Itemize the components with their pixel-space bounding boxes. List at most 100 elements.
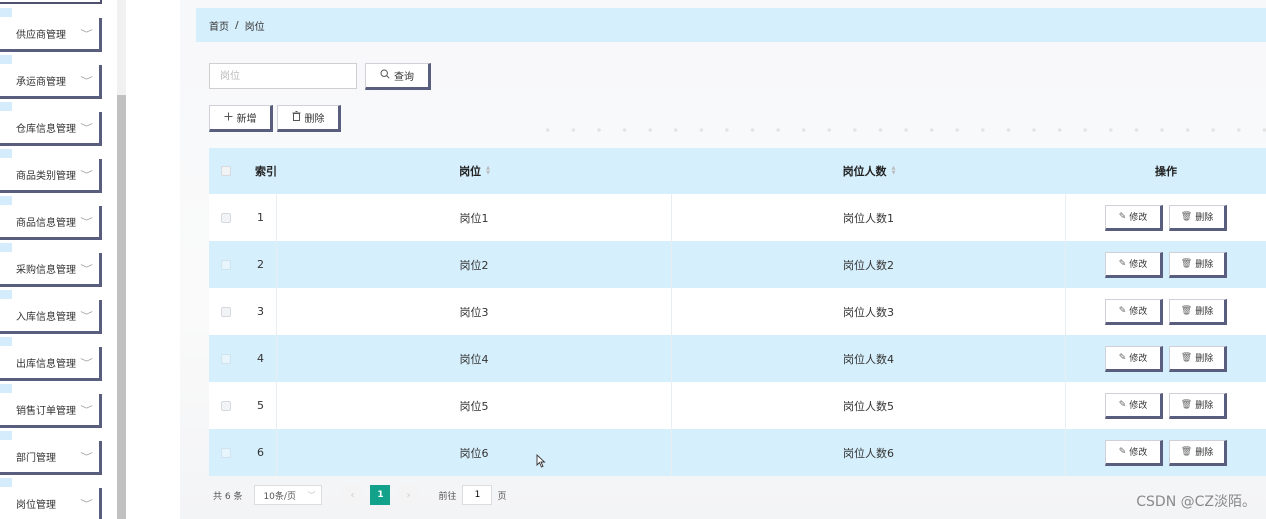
header-index: 索引 bbox=[255, 164, 277, 178]
sidebar-item-outbound[interactable]: 出库信息管理 ﹀ bbox=[0, 337, 102, 381]
chevron-right-icon: › bbox=[406, 489, 411, 501]
batch-delete-button[interactable]: 删除 bbox=[277, 105, 341, 132]
cell-position: 岗位1 bbox=[277, 194, 672, 241]
delete-button[interactable]: 🗑 删除 bbox=[1169, 439, 1227, 466]
cell-index: 5 bbox=[243, 382, 277, 429]
sidebar-item-label: 岗位管理 bbox=[16, 500, 56, 511]
cell-index: 2 bbox=[243, 241, 277, 288]
cell-count: 岗位人数1 bbox=[672, 194, 1066, 241]
scrollbar-thumb[interactable] bbox=[117, 95, 126, 519]
cell-actions: ✎ 修改 🗑 删除 bbox=[1066, 288, 1266, 335]
delete-label: 删除 bbox=[1195, 401, 1214, 411]
page-size-select[interactable]: 10条/页 ﹀ bbox=[254, 485, 323, 505]
breadcrumb-home[interactable]: 首页 bbox=[209, 18, 229, 33]
sidebar-item-label: 仓库信息管理 bbox=[16, 124, 76, 135]
breadcrumb: 首页 / 岗位 bbox=[196, 8, 1266, 42]
delete-label: 删除 bbox=[1195, 307, 1214, 317]
sidebar-scrollbar[interactable] bbox=[117, 0, 126, 519]
header-count[interactable]: 岗位人数 ▲ ▼ bbox=[672, 148, 1066, 194]
row-checkbox[interactable] bbox=[221, 212, 231, 223]
row-checkbox[interactable] bbox=[221, 306, 231, 317]
cell-index: 4 bbox=[243, 335, 277, 382]
cell-count: 岗位人数6 bbox=[672, 429, 1066, 476]
edit-icon: ✎ bbox=[1118, 258, 1127, 269]
sidebar-item-category[interactable]: 商品类别管理 ﹀ bbox=[0, 149, 102, 193]
sidebar-item-warehouse[interactable]: 仓库信息管理 ﹀ bbox=[0, 102, 102, 146]
page-size-value: 10条/页 bbox=[263, 491, 296, 502]
position-table: 索引 岗位 ▲ ▼ 岗位人数 ▲ ▼ 操作 1 岗位1 岗位人数1 ✎ 修改 🗑 删除 … bbox=[209, 148, 1266, 476]
edit-icon: ✎ bbox=[1118, 305, 1127, 316]
cell-position: 岗位2 bbox=[277, 241, 672, 288]
sidebar-item-label: 采购信息管理 bbox=[16, 265, 76, 276]
chevron-left-icon: ‹ bbox=[350, 489, 355, 501]
sidebar-item-product[interactable]: 商品信息管理 ﹀ bbox=[0, 196, 102, 240]
edit-label: 修改 bbox=[1129, 448, 1148, 458]
edit-button[interactable]: ✎ 修改 bbox=[1105, 345, 1163, 372]
add-button[interactable]: 新增 bbox=[209, 105, 273, 132]
sidebar-item-position[interactable]: 岗位管理 ﹀ bbox=[0, 478, 102, 519]
edit-label: 修改 bbox=[1129, 354, 1148, 364]
table-row: 2 岗位2 岗位人数2 ✎ 修改 🗑 删除 bbox=[209, 241, 1266, 288]
menu-item-partial[interactable] bbox=[0, 0, 102, 4]
sort-icon[interactable]: ▲ ▼ bbox=[892, 166, 896, 176]
prev-page-button[interactable]: ‹ bbox=[342, 485, 363, 505]
chevron-down-icon: ﹀ bbox=[80, 265, 93, 275]
chevron-down-icon: ﹀ bbox=[307, 490, 316, 500]
chevron-down-icon: ﹀ bbox=[80, 171, 93, 181]
sort-icon[interactable]: ▲ ▼ bbox=[486, 166, 490, 176]
chevron-down-icon: ﹀ bbox=[80, 77, 93, 87]
chevron-down-icon: ﹀ bbox=[80, 500, 93, 510]
sidebar-item-label: 商品类别管理 bbox=[16, 171, 76, 182]
batch-delete-label: 删除 bbox=[304, 114, 325, 125]
next-page-button[interactable]: › bbox=[398, 485, 419, 505]
page-number-button[interactable]: 1 bbox=[370, 485, 391, 505]
table-header: 索引 岗位 ▲ ▼ 岗位人数 ▲ ▼ 操作 bbox=[209, 148, 1266, 194]
search-input[interactable] bbox=[209, 63, 357, 89]
sidebar-item-department[interactable]: 部门管理 ﹀ bbox=[0, 431, 102, 475]
mouse-cursor-icon bbox=[536, 454, 546, 468]
edit-button[interactable]: ✎ 修改 bbox=[1105, 251, 1163, 278]
pagination: 共 6 条 10条/页 ﹀ ‹ 1 › 前往 页 bbox=[213, 485, 506, 505]
table-row: 6 岗位6 岗位人数6 ✎ 修改 🗑 删除 bbox=[209, 429, 1266, 476]
edit-button[interactable]: ✎ 修改 bbox=[1105, 439, 1163, 466]
pagination-total: 共 6 条 bbox=[213, 491, 243, 502]
delete-button[interactable]: 🗑 删除 bbox=[1169, 392, 1227, 419]
chevron-down-icon: ﹀ bbox=[80, 30, 93, 40]
table-row: 4 岗位4 岗位人数4 ✎ 修改 🗑 删除 bbox=[209, 335, 1266, 382]
header-actions: 操作 bbox=[1155, 165, 1177, 178]
row-checkbox[interactable] bbox=[221, 259, 231, 270]
cell-count: 岗位人数3 bbox=[672, 288, 1066, 335]
header-position-label: 岗位 bbox=[459, 165, 482, 178]
header-position[interactable]: 岗位 ▲ ▼ bbox=[277, 148, 672, 194]
sidebar-item-inbound[interactable]: 入库信息管理 ﹀ bbox=[0, 290, 102, 334]
trash-icon: 🗑 bbox=[1180, 352, 1193, 363]
delete-button[interactable]: 🗑 删除 bbox=[1169, 298, 1227, 325]
cell-index: 1 bbox=[243, 194, 277, 241]
delete-button[interactable]: 🗑 删除 bbox=[1169, 345, 1227, 372]
cell-position: 岗位4 bbox=[277, 335, 672, 382]
watermark: CSDN @CZ淡陌。 bbox=[1136, 494, 1256, 510]
search-button[interactable]: 查询 bbox=[365, 63, 431, 90]
row-checkbox[interactable] bbox=[221, 353, 231, 364]
edit-button[interactable]: ✎ 修改 bbox=[1105, 392, 1163, 419]
delete-label: 删除 bbox=[1195, 260, 1214, 270]
edit-button[interactable]: ✎ 修改 bbox=[1105, 298, 1163, 325]
goto-page-input[interactable] bbox=[462, 485, 493, 505]
cell-actions: ✎ 修改 🗑 删除 bbox=[1066, 194, 1266, 241]
edit-button[interactable]: ✎ 修改 bbox=[1105, 204, 1163, 231]
breadcrumb-current: 岗位 bbox=[244, 21, 265, 33]
sidebar-item-carrier[interactable]: 承运商管理 ﹀ bbox=[0, 55, 102, 99]
table-row: 1 岗位1 岗位人数1 ✎ 修改 🗑 删除 bbox=[209, 194, 1266, 241]
sidebar-item-supplier[interactable]: 供应商管理 ﹀ bbox=[0, 8, 102, 52]
row-checkbox[interactable] bbox=[221, 447, 231, 458]
delete-button[interactable]: 🗑 删除 bbox=[1169, 251, 1227, 278]
delete-button[interactable]: 🗑 删除 bbox=[1169, 204, 1227, 231]
select-all-checkbox[interactable] bbox=[221, 166, 231, 176]
goto-suffix: 页 bbox=[497, 491, 507, 502]
sidebar-item-sales-order[interactable]: 销售订单管理 ﹀ bbox=[0, 384, 102, 428]
header-count-label: 岗位人数 bbox=[842, 165, 887, 178]
delete-label: 删除 bbox=[1195, 448, 1214, 458]
sidebar-item-label: 出库信息管理 bbox=[16, 359, 76, 370]
row-checkbox[interactable] bbox=[221, 400, 231, 411]
sidebar-item-purchase[interactable]: 采购信息管理 ﹀ bbox=[0, 243, 102, 287]
